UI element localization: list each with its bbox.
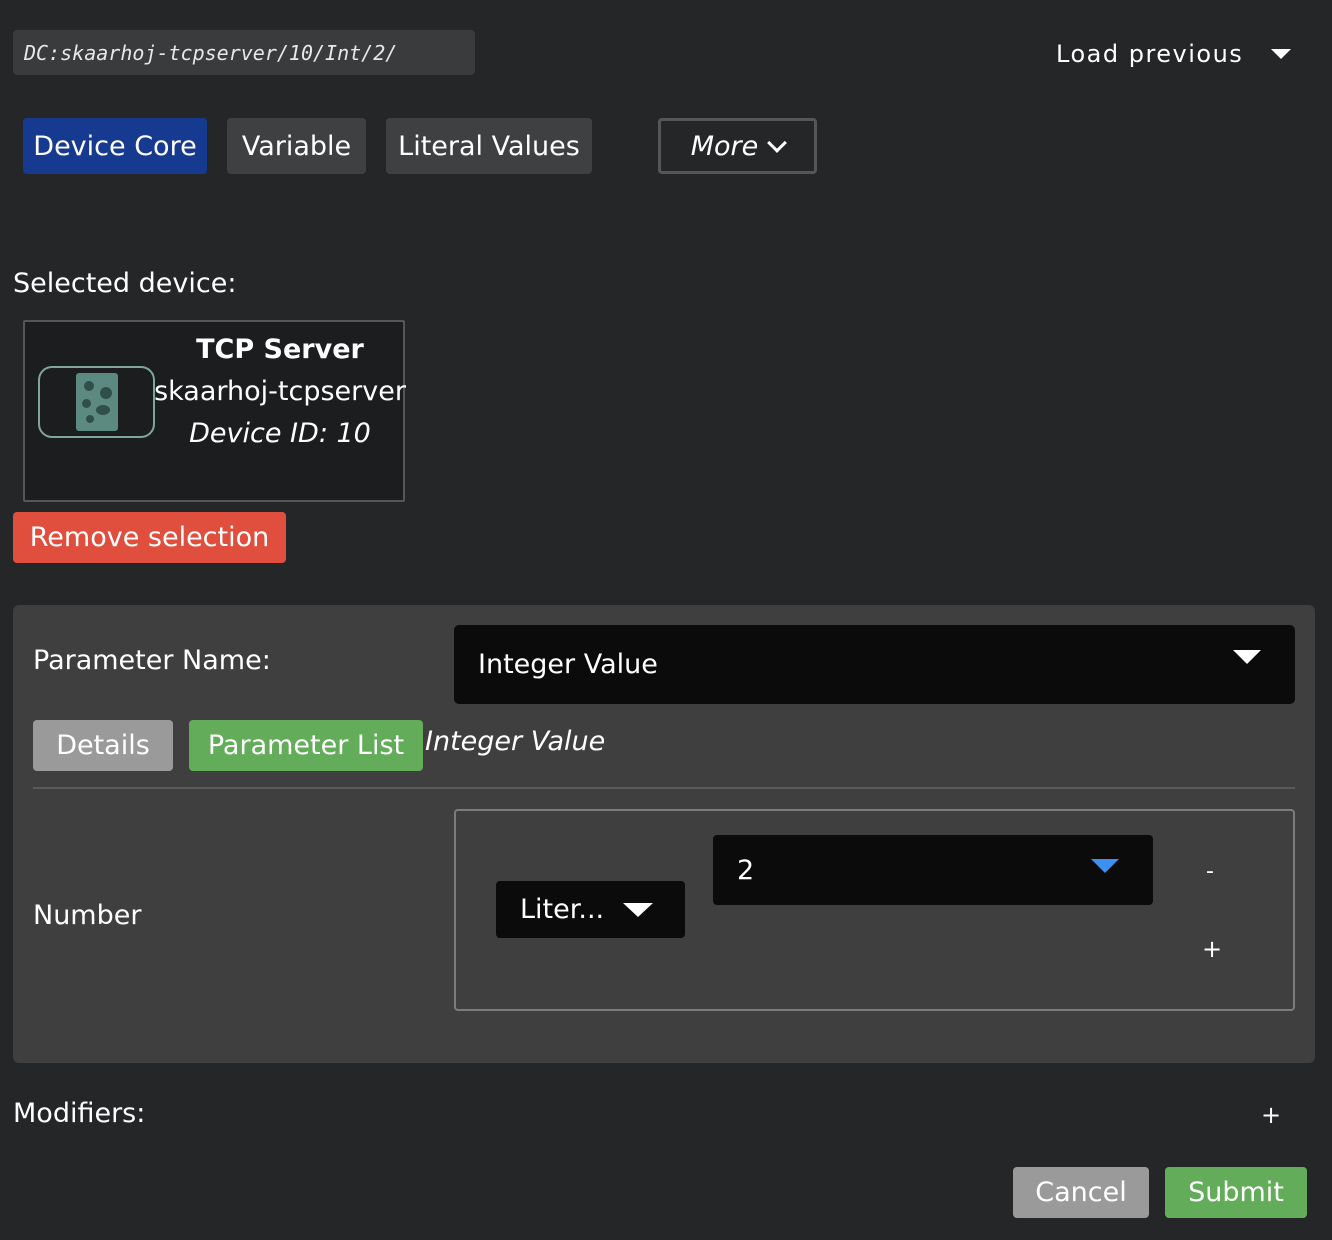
increment-button[interactable]: +: [1202, 935, 1222, 963]
load-previous-label: Load previous: [1056, 40, 1244, 68]
caret-down-icon: [1233, 650, 1261, 664]
details-button[interactable]: Details: [33, 720, 173, 771]
device-id: Device ID: 10: [189, 418, 371, 449]
submit-button[interactable]: Submit: [1165, 1167, 1307, 1218]
modifiers-label: Modifiers:: [13, 1098, 146, 1129]
parameter-name-label: Parameter Name:: [33, 645, 271, 676]
caret-down-icon: [1091, 859, 1119, 873]
load-previous-dropdown[interactable]: Load previous: [1056, 36, 1292, 72]
tab-literal-values[interactable]: Literal Values: [386, 118, 592, 174]
decrement-button[interactable]: -: [1206, 859, 1214, 884]
add-modifier-button[interactable]: +: [1261, 1101, 1281, 1129]
caret-down-icon: [623, 903, 653, 917]
more-dropdown[interactable]: More: [658, 118, 817, 174]
number-label: Number: [33, 900, 142, 931]
more-label: More: [690, 130, 759, 162]
caret-down-icon: [1271, 49, 1292, 59]
number-value-select[interactable]: 2: [713, 835, 1153, 905]
parameter-name-value: Integer Value: [478, 649, 658, 680]
tab-device-core[interactable]: Device Core: [23, 118, 207, 174]
device-identifier: skaarhoj-tcpserver: [154, 376, 406, 407]
value-type-select[interactable]: Liter...: [496, 881, 685, 938]
number-value: 2: [737, 854, 755, 886]
selected-device-label: Selected device:: [13, 268, 237, 299]
value-type-label: Liter...: [520, 894, 605, 925]
parameter-list-button[interactable]: Parameter List: [189, 720, 423, 771]
chevron-down-icon: [767, 132, 788, 153]
parameter-panel: Parameter Name: Integer Value Details Pa…: [13, 605, 1315, 1063]
current-parameter-label: Integer Value: [425, 726, 606, 757]
device-name: TCP Server: [196, 334, 364, 365]
parameter-name-select[interactable]: Integer Value: [454, 625, 1295, 704]
path-display: DC:skaarhoj-tcpserver/10/Int/2/: [13, 30, 475, 75]
tab-variable[interactable]: Variable: [227, 118, 366, 174]
device-icon-frame: [38, 366, 155, 438]
divider: [33, 787, 1295, 789]
number-value-box: Liter... 2 - +: [454, 809, 1295, 1011]
cancel-button[interactable]: Cancel: [1013, 1167, 1149, 1218]
device-card[interactable]: TCP Server skaarhoj-tcpserver Device ID:…: [23, 320, 406, 502]
device-icon: [75, 373, 118, 431]
remove-selection-button[interactable]: Remove selection: [13, 512, 286, 563]
